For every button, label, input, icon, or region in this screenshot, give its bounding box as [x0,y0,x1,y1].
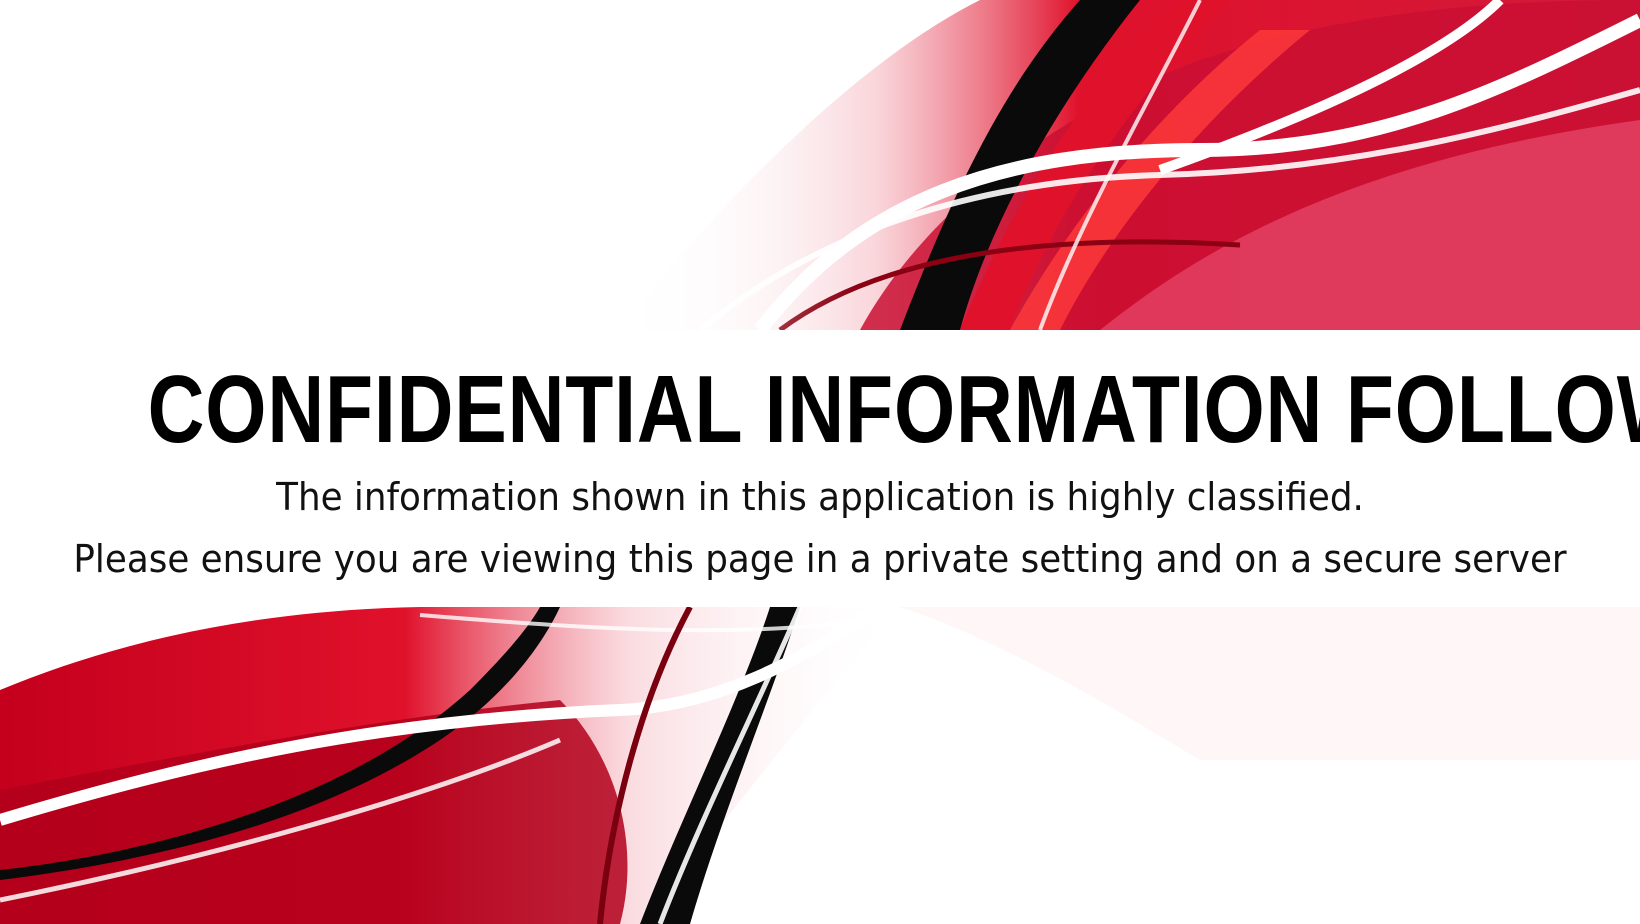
classification-notice: The information shown in this applicatio… [276,475,1364,519]
confidential-headline: CONFIDENTIAL INFORMATION FOLLOWING... [147,356,1640,463]
bottom-swoosh [0,601,1640,924]
confidential-splash-page: CONFIDENTIAL INFORMATION FOLLOWING... Th… [0,0,1640,924]
top-swoosh [600,0,1640,335]
privacy-instruction: Please ensure you are viewing this page … [73,537,1567,581]
confidential-banner: CONFIDENTIAL INFORMATION FOLLOWING... Th… [0,330,1640,607]
